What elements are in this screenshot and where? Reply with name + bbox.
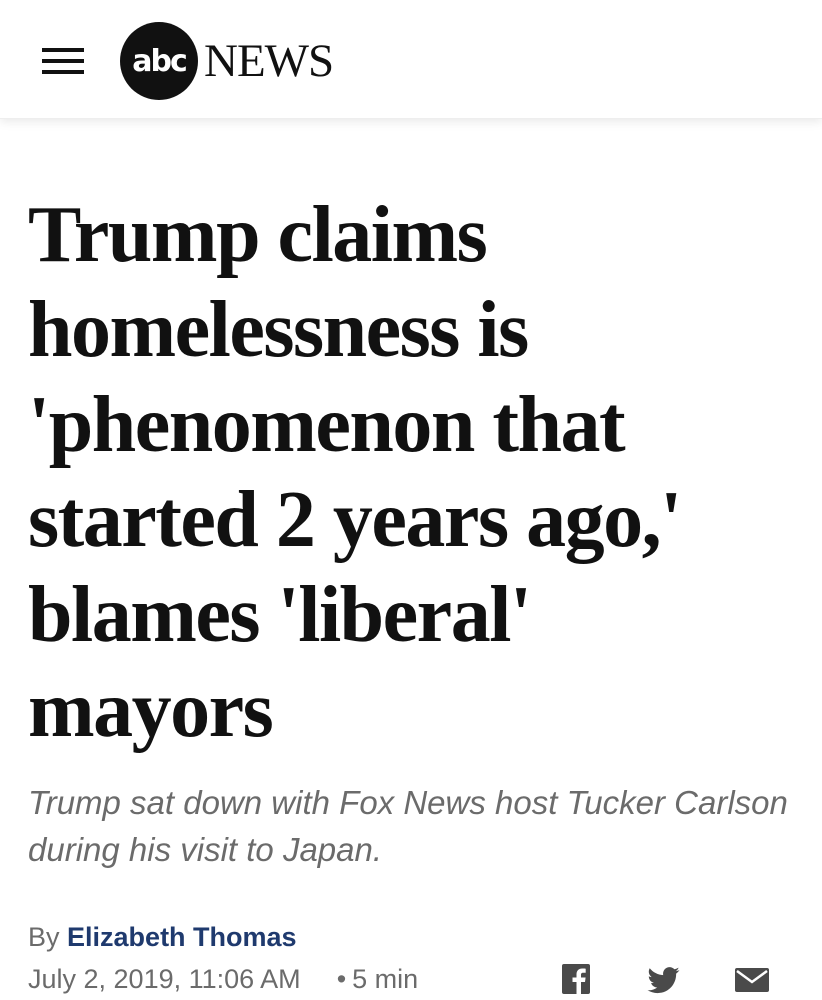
meta-separator: • xyxy=(336,964,347,994)
article-meta: July 2, 2019, 11:06 AM • 5 min xyxy=(28,962,418,996)
news-wordmark: NEWS xyxy=(204,35,334,87)
email-icon[interactable] xyxy=(734,964,770,996)
abc-news-logo[interactable]: abc NEWS xyxy=(120,22,334,100)
abc-logo-circle: abc xyxy=(120,22,198,100)
author-link[interactable]: Elizabeth Thomas xyxy=(67,922,297,952)
article-headline: Trump claims homelessness is 'phenomenon… xyxy=(28,191,682,754)
hamburger-menu-icon[interactable] xyxy=(38,44,88,78)
twitter-icon[interactable] xyxy=(646,964,682,996)
read-time: 5 min xyxy=(352,964,419,994)
facebook-icon[interactable] xyxy=(558,964,594,996)
byline: By Elizabeth Thomas xyxy=(28,920,297,954)
site-header: abc NEWS xyxy=(0,0,822,119)
byline-prefix: By xyxy=(28,922,60,952)
article-subtitle: Trump sat down with Fox News host Tucker… xyxy=(28,784,788,868)
publish-date: July 2, 2019, 11:06 AM xyxy=(28,964,301,994)
